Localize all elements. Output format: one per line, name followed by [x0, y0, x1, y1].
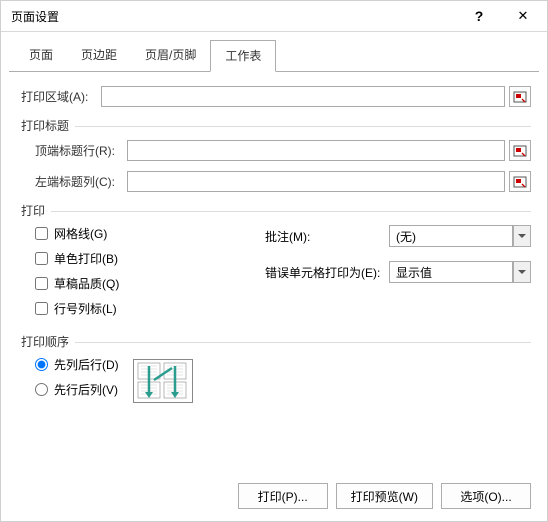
- left-col-row: 左端标题列(C):: [35, 171, 531, 192]
- left-col-input[interactable]: [127, 171, 505, 192]
- errors-value: 显示值: [389, 261, 513, 283]
- titlebar: 页面设置 ? ✕: [1, 1, 547, 31]
- print-area-input[interactable]: [101, 86, 505, 107]
- tab-sheet[interactable]: 工作表: [210, 40, 276, 72]
- print-checkboxes: 网格线(G) 单色打印(B) 草稿品质(Q) 行号列标(L): [35, 225, 265, 325]
- rowcol-checkbox[interactable]: 行号列标(L): [35, 300, 265, 317]
- left-col-ref-button[interactable]: [509, 171, 531, 192]
- down-over-radio[interactable]: 先列后行(D): [35, 356, 119, 373]
- top-row-ref-button[interactable]: [509, 140, 531, 161]
- top-row-row: 顶端标题行(R):: [35, 140, 531, 161]
- page-setup-dialog: 页面设置 ? ✕ 页面 页边距 页眉/页脚 工作表 打印区域(A): 打印标题 …: [0, 0, 548, 522]
- print-titles-section: 打印标题: [21, 117, 531, 134]
- blackwhite-checkbox[interactable]: 单色打印(B): [35, 250, 265, 267]
- print-section: 打印: [21, 202, 531, 219]
- draft-checkbox[interactable]: 草稿品质(Q): [35, 275, 265, 292]
- page-order-diagram: [133, 359, 193, 403]
- window-title: 页面设置: [11, 8, 59, 25]
- print-button[interactable]: 打印(P)...: [238, 483, 328, 509]
- comments-label: 批注(M):: [265, 228, 389, 245]
- help-button[interactable]: ?: [457, 2, 501, 30]
- collapse-dialog-icon: [513, 145, 527, 157]
- print-area-row: 打印区域(A):: [21, 86, 531, 107]
- left-col-label: 左端标题列(C):: [35, 173, 127, 190]
- print-combos: 批注(M): (无) 错误单元格打印为(E): 显示值: [265, 225, 531, 325]
- close-button[interactable]: ✕: [501, 2, 545, 30]
- comments-combo[interactable]: (无): [389, 225, 531, 247]
- title-controls: ? ✕: [457, 2, 545, 30]
- over-down-radio[interactable]: 先行后列(V): [35, 381, 119, 398]
- collapse-dialog-icon: [513, 176, 527, 188]
- dialog-body: 打印区域(A): 打印标题 顶端标题行(R): 左端标题列(C):: [1, 72, 547, 416]
- tab-margins[interactable]: 页边距: [67, 40, 131, 71]
- tab-page[interactable]: 页面: [15, 40, 67, 71]
- errors-label: 错误单元格打印为(E):: [265, 264, 389, 281]
- page-order-section: 打印顺序: [21, 333, 531, 350]
- page-order-radios: 先列后行(D) 先行后列(V): [35, 356, 119, 406]
- gridlines-checkbox[interactable]: 网格线(G): [35, 225, 265, 242]
- comments-value: (无): [389, 225, 513, 247]
- errors-combo[interactable]: 显示值: [389, 261, 531, 283]
- print-preview-button[interactable]: 打印预览(W): [336, 483, 433, 509]
- collapse-dialog-icon: [513, 91, 527, 103]
- tab-header-footer[interactable]: 页眉/页脚: [131, 40, 210, 71]
- chevron-down-icon[interactable]: [513, 261, 531, 283]
- options-button[interactable]: 选项(O)...: [441, 483, 531, 509]
- dialog-footer: 打印(P)... 打印预览(W) 选项(O)...: [238, 483, 531, 509]
- print-area-ref-button[interactable]: [509, 86, 531, 107]
- tab-bar: 页面 页边距 页眉/页脚 工作表: [1, 32, 547, 71]
- chevron-down-icon[interactable]: [513, 225, 531, 247]
- top-row-input[interactable]: [127, 140, 505, 161]
- top-row-label: 顶端标题行(R):: [35, 142, 127, 159]
- print-area-label: 打印区域(A):: [21, 88, 101, 105]
